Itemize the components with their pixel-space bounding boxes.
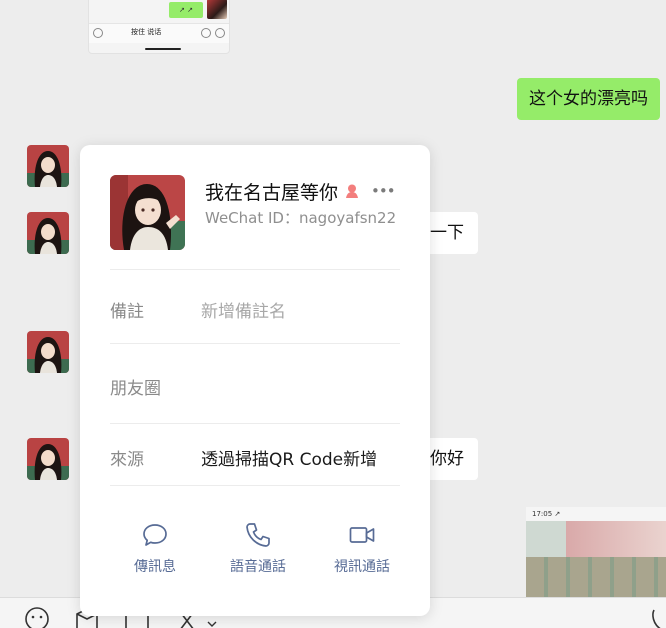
- contact-avatar-image: [27, 145, 69, 187]
- screenshot-green-bubble: ↗ ↗: [169, 2, 203, 18]
- profile-avatar[interactable]: [110, 175, 185, 250]
- contact-avatar[interactable]: [27, 331, 69, 373]
- voice-call-icon[interactable]: [648, 606, 666, 628]
- video-call-button[interactable]: 視訊通話: [317, 521, 407, 576]
- divider: [110, 269, 400, 270]
- chat-image-screenshot-bottom[interactable]: 17:05 ↗: [526, 507, 666, 597]
- contact-avatar-image: [27, 438, 69, 480]
- divider: [110, 343, 400, 344]
- chat-bubble-icon: [141, 521, 169, 549]
- divider: [110, 423, 400, 424]
- phone-icon: [244, 521, 272, 549]
- send-message-button[interactable]: 傳訊息: [110, 521, 200, 576]
- voice-call-button[interactable]: 語音通話: [213, 521, 303, 576]
- screenshot-photo-bench: [526, 557, 666, 597]
- more-options-icon[interactable]: •••: [371, 182, 396, 200]
- source-value: 透過掃描QR Code新增: [201, 450, 378, 470]
- contact-avatar[interactable]: [27, 438, 69, 480]
- voice-call-label: 語音通話: [230, 559, 286, 575]
- profile-nickname: 我在名古屋等你: [205, 181, 339, 204]
- moments-link[interactable]: 朋友圈: [110, 374, 161, 399]
- remark-input[interactable]: 新增備註名: [201, 297, 286, 322]
- female-icon: [344, 183, 360, 199]
- send-message-label: 傳訊息: [134, 559, 176, 575]
- profile-name-row: 我在名古屋等你 •••: [205, 178, 396, 204]
- emoji-icon[interactable]: [24, 606, 50, 628]
- contact-avatar[interactable]: [27, 212, 69, 254]
- plus-icon: [215, 28, 225, 38]
- hold-to-talk-label: 按住 说话: [131, 28, 162, 36]
- message-text: 你好: [430, 449, 464, 469]
- screenshot-mini-avatar: [207, 0, 227, 19]
- video-call-label: 視訊通話: [334, 559, 390, 575]
- profile-card-popup: 我在名古屋等你 ••• WeChat ID：nagoyafsn22 備註 新增備…: [80, 145, 430, 616]
- contact-avatar-image: [27, 331, 69, 373]
- contact-avatar-image: [27, 212, 69, 254]
- message-bubble-sent[interactable]: 这个女的漂亮吗: [517, 78, 660, 120]
- contact-avatar[interactable]: [27, 145, 69, 187]
- wechat-id: WeChat ID：nagoyafsn22: [205, 209, 397, 227]
- divider: [110, 485, 400, 486]
- profile-avatar-image: [110, 175, 185, 250]
- home-indicator: [145, 48, 181, 50]
- screenshot-input-bar: 按住 说话: [89, 23, 229, 43]
- emoji-icon: [201, 28, 211, 38]
- message-text: 一下: [430, 223, 464, 243]
- chat-image-screenshot-top[interactable]: ↗ ↗ 按住 说话: [88, 0, 230, 54]
- voice-icon: [93, 28, 103, 38]
- video-camera-icon: [348, 521, 376, 549]
- screenshot-status-bar: 17:05 ↗: [526, 507, 666, 521]
- remark-label: 備註: [110, 302, 144, 322]
- source-label: 來源: [110, 450, 144, 470]
